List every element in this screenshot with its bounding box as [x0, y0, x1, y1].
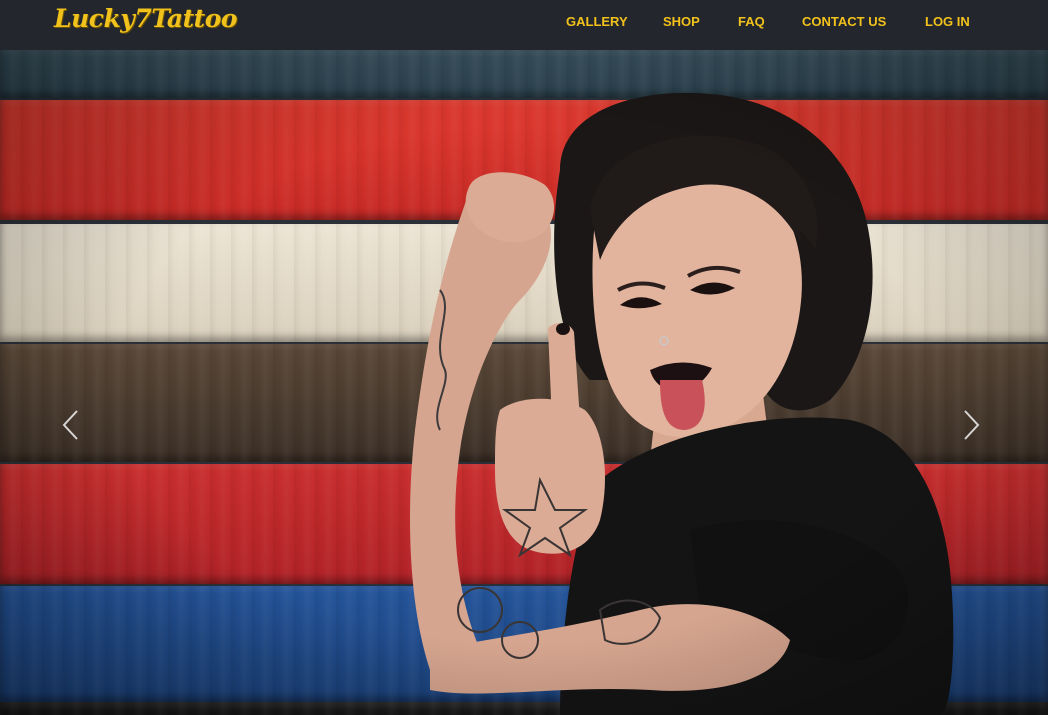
chevron-left-icon: [62, 410, 78, 440]
nav-link-log-in[interactable]: LOG IN: [925, 15, 970, 29]
nav-link-gallery[interactable]: GALLERY: [566, 15, 628, 29]
nav-menu: GALLERY SHOP FAQ CONTACT US LOG IN: [0, 15, 1048, 35]
carousel-prev-button[interactable]: [50, 405, 90, 445]
nav-link-contact-us[interactable]: CONTACT US: [802, 15, 886, 29]
top-navbar: Lucky7Tattoo GALLERY SHOP FAQ CONTACT US…: [0, 0, 1048, 50]
nav-link-shop[interactable]: SHOP: [663, 15, 700, 29]
hero-photo-person: [410, 92, 954, 715]
nav-link-faq[interactable]: FAQ: [738, 15, 765, 29]
chevron-right-icon: [964, 410, 980, 440]
hero-carousel: [0, 50, 1048, 715]
carousel-next-button[interactable]: [952, 405, 992, 445]
